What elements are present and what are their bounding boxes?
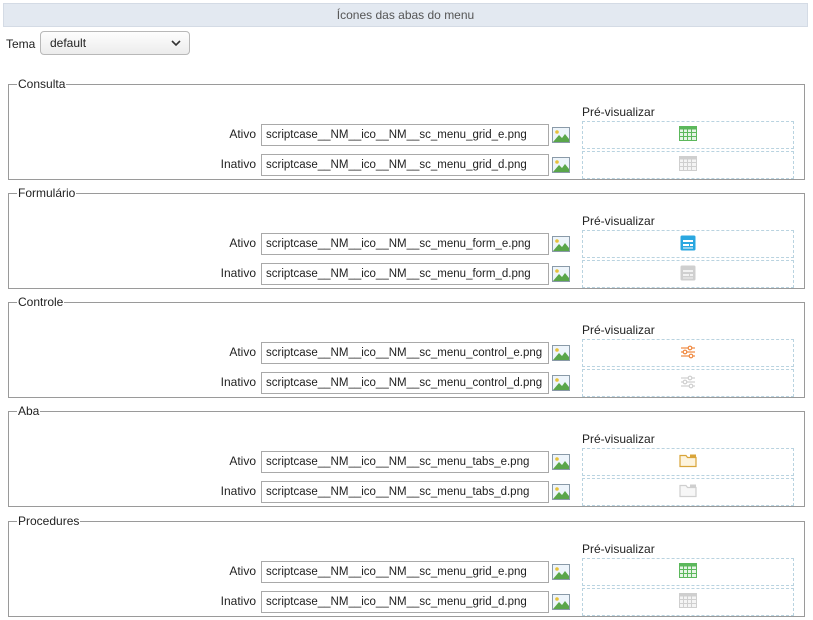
grid-table-icon [679, 563, 697, 581]
inactive-icon-preview [582, 478, 794, 506]
inactive-icon-input[interactable]: scriptcase__NM__ico__NM__sc_menu_form_d.… [261, 263, 549, 285]
active-icon-input[interactable]: scriptcase__NM__ico__NM__sc_menu_grid_e.… [261, 124, 549, 146]
form-icon [680, 265, 696, 284]
image-picker-icon[interactable] [552, 594, 570, 610]
inactive-label: Inativo [220, 375, 256, 389]
inactive-label: Inativo [220, 594, 256, 608]
group-title: Formulário [18, 186, 76, 200]
icon-group-3: Aba Pré-visualizar Ativo scriptcase__NM__ic… [8, 405, 805, 507]
icon-group-0: Consulta Pré-visualizar Ativo scriptcase__N… [8, 78, 805, 180]
grid-table-icon [679, 156, 697, 174]
theme-selected-value: default [50, 36, 87, 50]
theme-label: Tema [6, 37, 36, 51]
form-icon [680, 235, 696, 254]
group-title: Procedures [18, 514, 80, 528]
image-picker-icon[interactable] [552, 345, 570, 361]
inactive-icon-input[interactable]: scriptcase__NM__ico__NM__sc_menu_grid_d.… [261, 591, 549, 613]
chevron-down-icon [171, 32, 181, 54]
preview-title: Pré-visualizar [582, 323, 655, 337]
tab-folder-icon [679, 453, 697, 471]
active-icon-preview [582, 121, 794, 149]
image-picker-icon[interactable] [552, 236, 570, 252]
image-picker-icon[interactable] [552, 157, 570, 173]
icon-group-4: Procedures Pré-visualizar Ativo scriptcase_… [8, 515, 805, 617]
inactive-icon-preview [582, 588, 794, 616]
image-picker-icon[interactable] [552, 266, 570, 282]
inactive-icon-preview [582, 151, 794, 179]
inactive-label: Inativo [220, 266, 256, 280]
grid-table-icon [679, 126, 697, 144]
preview-title: Pré-visualizar [582, 105, 655, 119]
inactive-icon-preview [582, 369, 794, 397]
image-picker-icon[interactable] [552, 454, 570, 470]
preview-title: Pré-visualizar [582, 214, 655, 228]
preview-title: Pré-visualizar [582, 432, 655, 446]
active-icon-input[interactable]: scriptcase__NM__ico__NM__sc_menu_tabs_e.… [261, 451, 549, 473]
group-title: Consulta [18, 77, 66, 91]
active-icon-preview [582, 558, 794, 586]
tab-folder-icon [679, 483, 697, 501]
icon-group-2: Controle Pré-visualizar Ativo scriptcase__N… [8, 296, 805, 398]
active-label: Ativo [229, 454, 256, 468]
grid-table-icon [679, 593, 697, 611]
section-title: Ícones das abas do menu [336, 8, 475, 22]
section-header: Ícones das abas do menu [3, 3, 808, 27]
active-icon-input[interactable]: scriptcase__NM__ico__NM__sc_menu_form_e.… [261, 233, 549, 255]
preview-title: Pré-visualizar [582, 542, 655, 556]
active-icon-preview [582, 230, 794, 258]
image-picker-icon[interactable] [552, 375, 570, 391]
active-icon-preview [582, 339, 794, 367]
active-label: Ativo [229, 564, 256, 578]
inactive-icon-input[interactable]: scriptcase__NM__ico__NM__sc_menu_tabs_d.… [261, 481, 549, 503]
theme-select[interactable]: default [40, 31, 190, 55]
group-title: Controle [18, 295, 64, 309]
active-label: Ativo [229, 236, 256, 250]
active-label: Ativo [229, 345, 256, 359]
image-picker-icon[interactable] [552, 564, 570, 580]
image-picker-icon[interactable] [552, 127, 570, 143]
active-icon-input[interactable]: scriptcase__NM__ico__NM__sc_menu_control… [261, 342, 549, 364]
icon-group-1: Formulário Pré-visualizar Ativo scriptcase_… [8, 187, 805, 289]
inactive-icon-input[interactable]: scriptcase__NM__ico__NM__sc_menu_grid_d.… [261, 154, 549, 176]
active-icon-input[interactable]: scriptcase__NM__ico__NM__sc_menu_grid_e.… [261, 561, 549, 583]
group-title: Aba [18, 404, 40, 418]
active-icon-preview [582, 448, 794, 476]
sliders-icon [680, 345, 696, 362]
image-picker-icon[interactable] [552, 484, 570, 500]
active-label: Ativo [229, 127, 256, 141]
inactive-icon-preview [582, 260, 794, 288]
inactive-icon-input[interactable]: scriptcase__NM__ico__NM__sc_menu_control… [261, 372, 549, 394]
inactive-label: Inativo [220, 157, 256, 171]
sliders-icon [680, 375, 696, 392]
inactive-label: Inativo [220, 484, 256, 498]
